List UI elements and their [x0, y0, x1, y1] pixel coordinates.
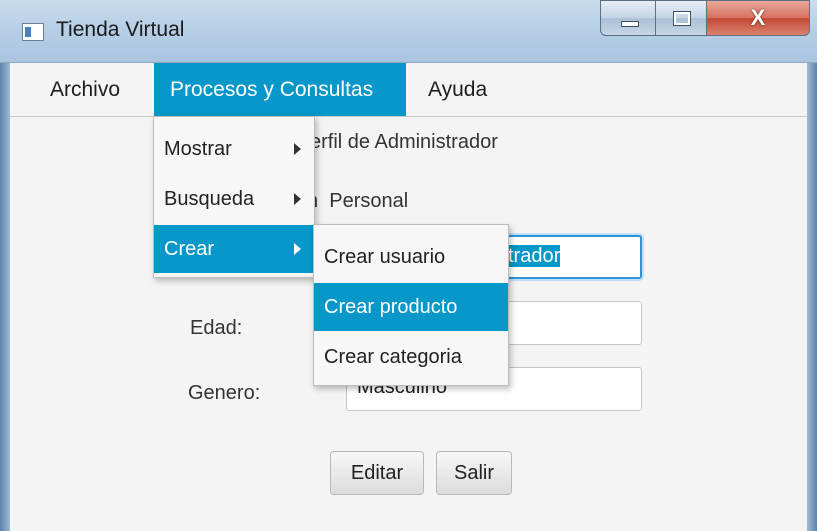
- menu-item-crear-label: Crear: [164, 238, 215, 260]
- crear-submenu-popup: Crear usuario Crear producto Crear categ…: [313, 224, 509, 386]
- submenu-arrow-icon: [294, 243, 301, 255]
- menu-bar: Archivo Procesos y Consultas Ayuda: [10, 63, 807, 117]
- procesos-menu-popup: Mostrar Busqueda Crear: [153, 116, 315, 278]
- app-icon: [22, 23, 44, 41]
- salir-button[interactable]: Salir: [436, 451, 512, 495]
- menu-ayuda[interactable]: Ayuda: [412, 63, 503, 116]
- menu-item-mostrar-label: Mostrar: [164, 138, 232, 160]
- page-heading: erfil de Administrador: [310, 131, 498, 153]
- edad-label: Edad:: [190, 317, 243, 339]
- submenu-arrow-icon: [294, 143, 301, 155]
- section-heading: n Personal: [307, 190, 409, 212]
- editar-button[interactable]: Editar: [330, 451, 424, 495]
- menu-item-mostrar[interactable]: Mostrar: [154, 125, 314, 173]
- window-frame-right: [807, 0, 817, 531]
- submenu-item-crear-producto[interactable]: Crear producto: [314, 283, 508, 331]
- submenu-item-crear-categoria[interactable]: Crear categoria: [314, 333, 508, 381]
- submenu-arrow-icon: [294, 193, 301, 205]
- selected-text: trador: [508, 245, 561, 267]
- close-button[interactable]: X: [706, 0, 810, 36]
- genero-label: Genero:: [188, 382, 261, 404]
- menu-archivo[interactable]: Archivo: [36, 63, 134, 116]
- minimize-button[interactable]: [600, 0, 656, 36]
- maximize-icon: [673, 11, 691, 26]
- menu-item-crear[interactable]: Crear: [154, 225, 314, 273]
- close-icon: X: [750, 5, 766, 30]
- submenu-item-crear-usuario[interactable]: Crear usuario: [314, 233, 508, 281]
- window-frame-left: [0, 0, 10, 531]
- menu-procesos-consultas[interactable]: Procesos y Consultas: [154, 63, 406, 116]
- menu-item-busqueda-label: Busqueda: [164, 188, 255, 210]
- window-controls: X: [600, 0, 810, 38]
- window-title: Tienda Virtual: [56, 18, 185, 41]
- menu-item-busqueda[interactable]: Busqueda: [154, 175, 314, 223]
- title-bar[interactable]: Tienda Virtual X: [0, 0, 817, 63]
- minimize-icon: [621, 21, 639, 27]
- maximize-button[interactable]: [655, 0, 707, 36]
